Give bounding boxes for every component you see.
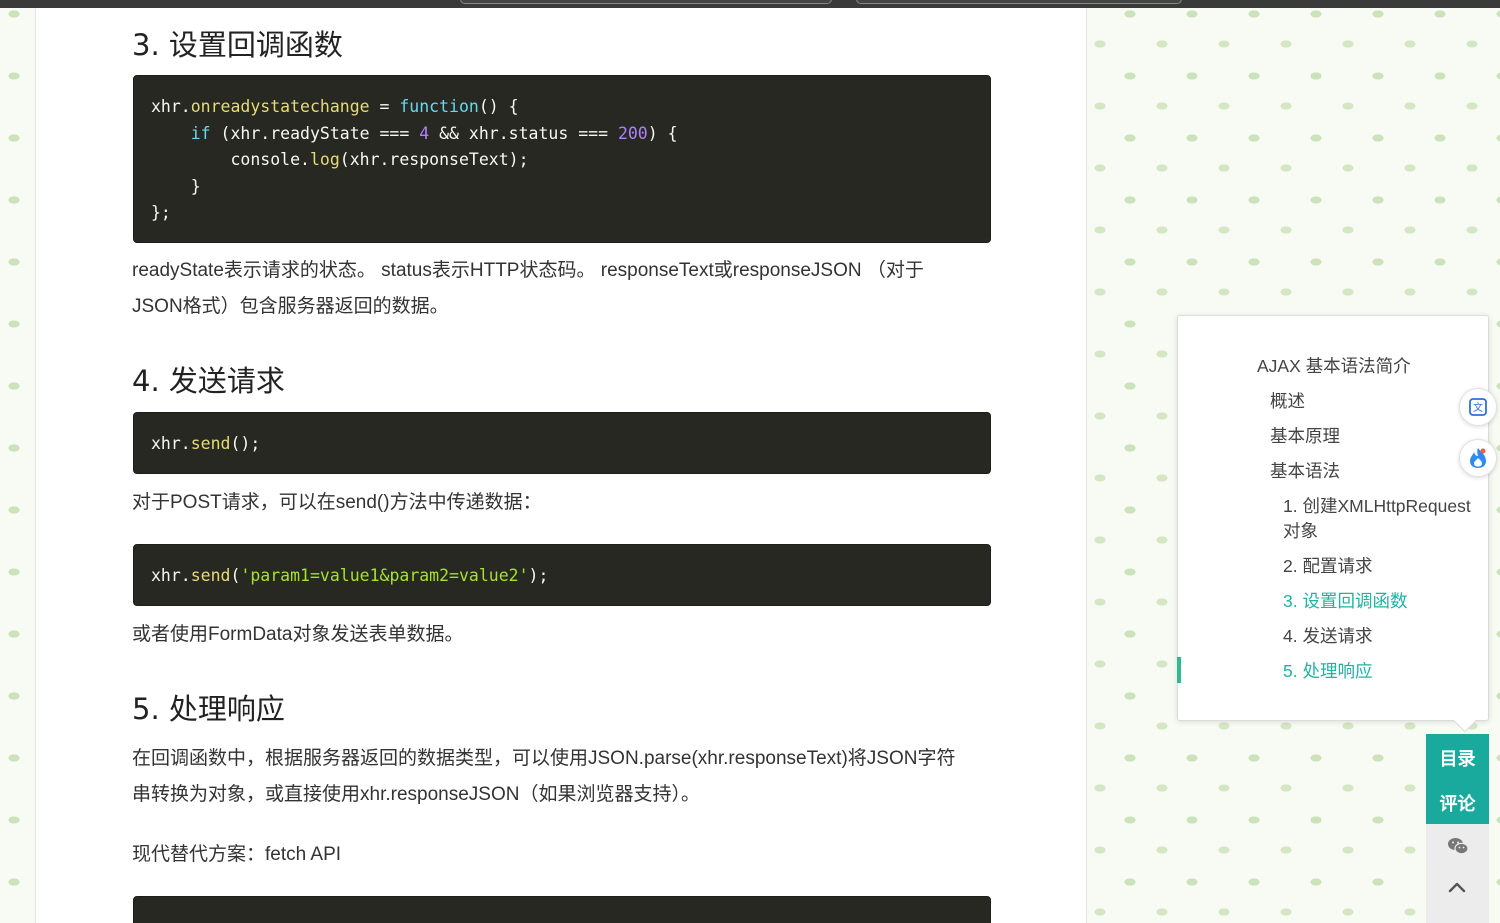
section-heading: 3. 设置回调函数 bbox=[132, 28, 343, 62]
toc-button[interactable]: 目录 bbox=[1426, 745, 1489, 771]
chevron-up-icon bbox=[1448, 882, 1466, 893]
toc-item[interactable]: 基本原理 bbox=[1270, 424, 1340, 449]
translate-icon: 文 bbox=[1469, 398, 1487, 416]
section-heading: 4. 发送请求 bbox=[132, 364, 285, 398]
toc-item[interactable]: 概述 bbox=[1270, 389, 1305, 414]
paragraph: 对于POST请求，可以在send()方法中传递数据： bbox=[132, 492, 542, 513]
toc-item-active[interactable]: 5. 处理响应 bbox=[1283, 659, 1372, 684]
toc-active-indicator bbox=[1177, 657, 1181, 683]
toc-item[interactable]: 1. 创建XMLHttpRequest bbox=[1283, 494, 1471, 519]
share-panel bbox=[1426, 824, 1489, 923]
browser-top-strip bbox=[0, 0, 1500, 8]
svg-text:文: 文 bbox=[1473, 401, 1483, 414]
wechat-icon bbox=[1448, 838, 1469, 855]
back-to-top-button[interactable] bbox=[1448, 880, 1466, 898]
side-action-stack: 目录 评论 bbox=[1426, 734, 1489, 923]
flame-icon bbox=[1470, 448, 1486, 468]
section-heading: 5. 处理响应 bbox=[132, 692, 285, 726]
toc-item[interactable]: 2. 配置请求 bbox=[1283, 554, 1372, 579]
paragraph: 或者使用FormData对象发送表单数据。 bbox=[132, 624, 464, 645]
toc-item-active[interactable]: 3. 设置回调函数 bbox=[1283, 589, 1407, 614]
toc-item-continued[interactable]: 对象 bbox=[1283, 519, 1318, 544]
comment-button[interactable]: 评论 bbox=[1426, 790, 1489, 816]
toc-pointer bbox=[1453, 709, 1477, 733]
code-block: xhr.send(); bbox=[133, 412, 991, 474]
toc-item[interactable]: 4. 发送请求 bbox=[1283, 624, 1372, 649]
paragraph: readyState表示请求的状态。 status表示HTTP状态码。 resp… bbox=[132, 260, 924, 317]
code-block: xhr.send('param1=value1&param2=value2'); bbox=[133, 544, 991, 606]
article-content: 3. 设置回调函数 xhr.onreadystatechange = funct… bbox=[35, 8, 1087, 923]
assistant-button[interactable] bbox=[1459, 439, 1497, 477]
code-block: xhr.onreadystatechange = function() { if… bbox=[133, 75, 991, 243]
code-block bbox=[133, 896, 991, 923]
toc-item[interactable]: AJAX 基本语法简介 bbox=[1257, 354, 1411, 379]
table-of-contents: AJAX 基本语法简介 概述 基本原理 基本语法 1. 创建XMLHttpReq… bbox=[1177, 315, 1489, 733]
translate-button[interactable]: 文 bbox=[1459, 388, 1497, 426]
tab-pill[interactable] bbox=[856, 0, 1182, 4]
wechat-share-button[interactable] bbox=[1447, 836, 1469, 861]
tab-pill[interactable] bbox=[460, 0, 832, 4]
paragraph: 现代替代方案：fetch API bbox=[132, 844, 342, 865]
paragraph: 在回调函数中，根据服务器返回的数据类型，可以使用JSON.parse(xhr.r… bbox=[132, 748, 956, 805]
toc-comment-panel: 目录 评论 bbox=[1426, 734, 1489, 824]
toc-item[interactable]: 基本语法 bbox=[1270, 459, 1340, 484]
